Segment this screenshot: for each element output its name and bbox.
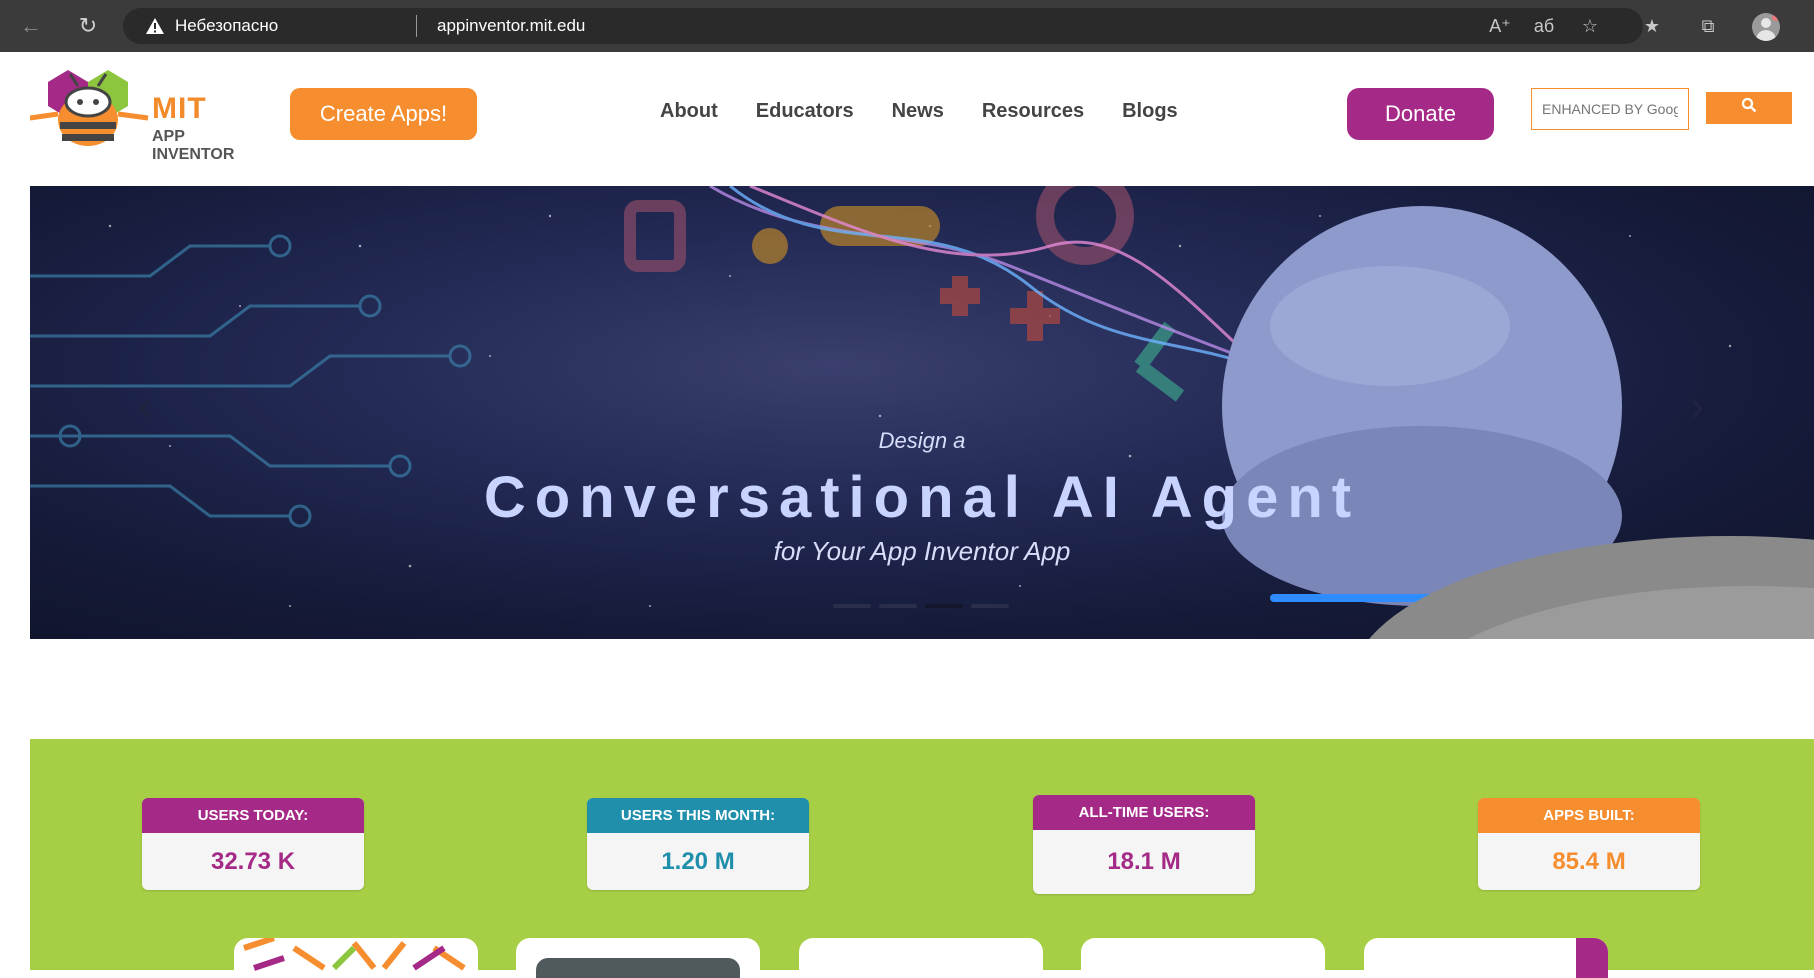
feature-card-4[interactable] (1081, 938, 1325, 978)
stat-value: 18.1 M (1107, 848, 1181, 875)
donate-button[interactable]: Donate (1347, 88, 1494, 140)
stats-section: USERS TODAY: 32.73 K USERS THIS MONTH: 1… (30, 739, 1814, 978)
feature-card-1-art (243, 938, 466, 971)
stat-users-this-month: USERS THIS MONTH: 1.20 M (587, 798, 809, 890)
avatar-head (1761, 18, 1771, 28)
search-button[interactable] (1706, 92, 1792, 124)
address-bar[interactable]: Небезопасно appinventor.mit.edu (123, 8, 1643, 44)
warning-icon (146, 18, 164, 34)
stat-value: 32.73 K (210, 848, 296, 875)
feature-card-3[interactable] (799, 938, 1043, 978)
address-divider (416, 15, 417, 37)
search-icon (1741, 97, 1757, 113)
stat-value: 1.20 M (661, 848, 735, 875)
nav-about[interactable]: About (660, 100, 718, 130)
carousel-indicator-3[interactable] (925, 604, 963, 608)
previous-slide-icon[interactable]: ‹ (130, 385, 160, 427)
logo-subtitle: APP INVENTOR (152, 128, 235, 163)
stat-value: 85.4 M (1552, 848, 1626, 875)
favorites-icon[interactable]: ★ (1640, 14, 1664, 38)
hero-carousel[interactable]: ‹ › Design a Conversational AI Agent for… (30, 186, 1814, 639)
hero-title: Conversational AI Agent (483, 465, 1361, 530)
stat-apps-built: APPS BUILT: 85.4 M (1478, 798, 1700, 890)
nav-news[interactable]: News (892, 100, 944, 130)
stat-label: APPS BUILT: (1478, 798, 1700, 833)
stat-all-time-users: ALL-TIME USERS: 18.1 M (1033, 795, 1255, 894)
read-aloud-icon[interactable]: A⁺ (1488, 14, 1512, 38)
logo-title: MIT (152, 92, 207, 125)
add-favorite-icon[interactable]: ☆ (1578, 14, 1602, 38)
nav-resources[interactable]: Resources (982, 100, 1084, 130)
stat-label: USERS TODAY: (142, 798, 364, 833)
stat-label: ALL-TIME USERS: (1033, 795, 1255, 830)
feature-card-1[interactable] (234, 938, 478, 978)
feature-card-2[interactable] (516, 938, 760, 978)
translate-icon[interactable]: аб (1532, 14, 1556, 38)
carousel-indicators (833, 604, 1009, 608)
avatar-shoulders (1756, 30, 1776, 41)
stat-label: USERS THIS MONTH: (587, 798, 809, 833)
collections-icon[interactable]: ⧉ (1696, 14, 1720, 38)
feature-card-5[interactable] (1364, 938, 1608, 978)
hero-background-art (30, 186, 1814, 639)
carousel-indicator-2[interactable] (879, 604, 917, 608)
bee-logo-icon (29, 70, 149, 146)
back-arrow-icon[interactable]: ← (18, 13, 44, 39)
create-apps-button[interactable]: Create Apps! (290, 88, 477, 140)
profile-avatar[interactable] (1752, 13, 1780, 41)
next-slide-icon[interactable]: › (1682, 385, 1712, 427)
security-label[interactable]: Небезопасно (175, 16, 278, 36)
carousel-indicator-1[interactable] (833, 604, 871, 608)
search-input[interactable] (1531, 88, 1689, 130)
hero-kicker: Design a (878, 428, 966, 453)
carousel-indicator-4[interactable] (971, 604, 1009, 608)
nav-blogs[interactable]: Blogs (1122, 100, 1178, 130)
stat-users-today: USERS TODAY: 32.73 K (142, 798, 364, 890)
url-text[interactable]: appinventor.mit.edu (437, 16, 585, 36)
hero-subtitle: for Your App Inventor App (773, 536, 1071, 566)
browser-toolbar: ← ↻ Небезопасно appinventor.mit.edu A⁺ а… (0, 0, 1814, 52)
notification-dot (1772, 14, 1779, 21)
reload-icon[interactable]: ↻ (75, 13, 101, 39)
main-navigation: About Educators News Resources Blogs (660, 100, 1178, 130)
feature-card-5-tab (1576, 938, 1608, 978)
mit-app-inventor-logo[interactable]: MIT APP INVENTOR (29, 64, 270, 163)
nav-educators[interactable]: Educators (756, 100, 854, 130)
feature-card-2-art (536, 958, 740, 978)
site-header: MIT APP INVENTOR Create Apps! About Educ… (0, 52, 1814, 186)
